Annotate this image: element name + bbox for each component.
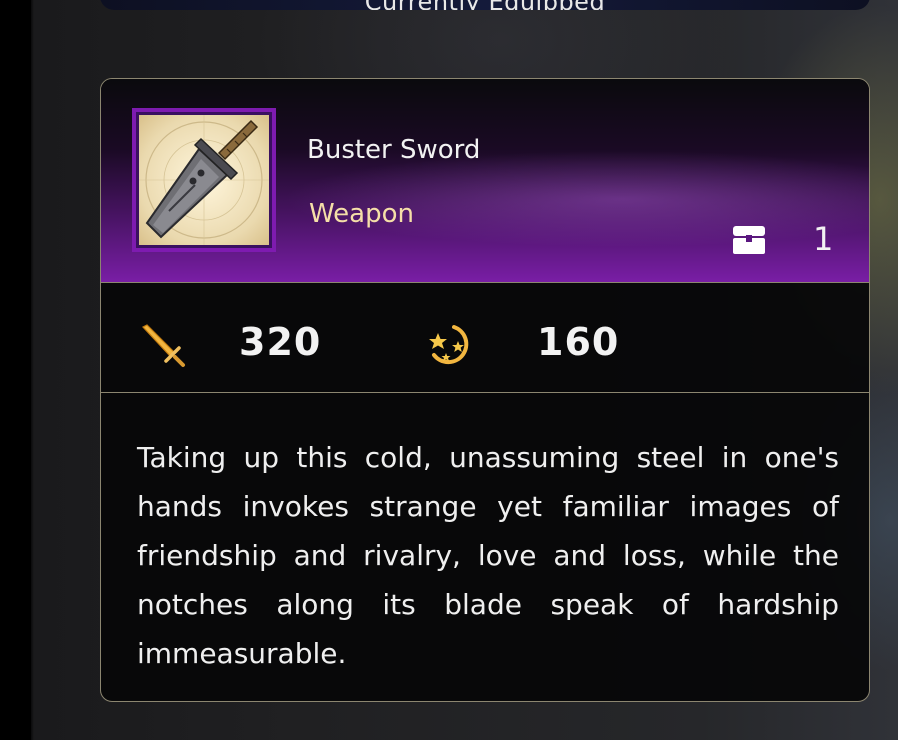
magic-stars-icon xyxy=(429,325,469,365)
left-shadow-strip xyxy=(0,0,31,740)
item-thumbnail xyxy=(132,108,276,252)
magic-value: 160 xyxy=(537,320,620,364)
item-type: Weapon xyxy=(309,199,415,229)
currently-equipped-banner: Currently Equipped xyxy=(100,0,870,10)
sword-attack-icon xyxy=(142,324,185,367)
item-header: Buster Sword Weapon 1 xyxy=(101,79,869,283)
banner-title: Currently Equipped xyxy=(100,0,870,10)
buster-sword-icon xyxy=(139,115,269,245)
item-detail-card: Buster Sword Weapon 1 320 160 Taking up … xyxy=(100,78,870,702)
item-name: Buster Sword xyxy=(307,135,481,165)
attack-value: 320 xyxy=(239,320,322,364)
item-description: Taking up this cold, unassuming steel in… xyxy=(137,441,839,670)
owned-count: 1 xyxy=(813,220,834,258)
stats-row: 320 160 xyxy=(101,283,869,393)
treasure-chest-icon xyxy=(733,226,765,254)
